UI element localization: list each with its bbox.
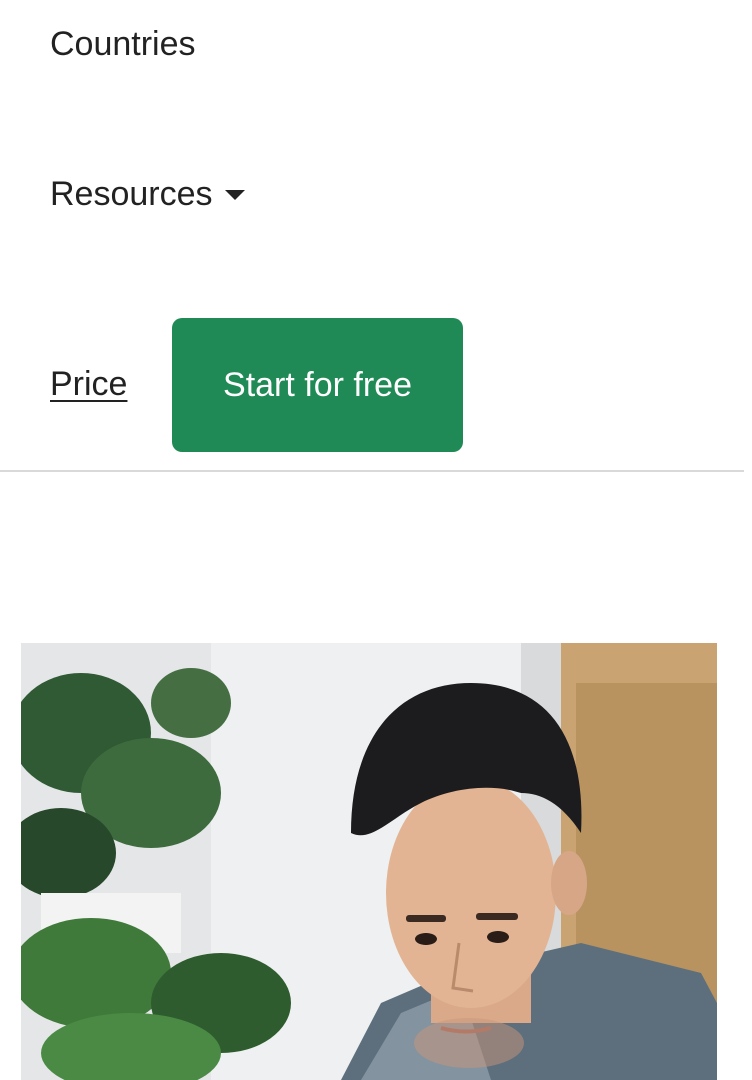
nav-link-resources[interactable]: Resources bbox=[50, 174, 245, 214]
start-for-free-button[interactable]: Start for free bbox=[172, 318, 463, 452]
nav-link-countries[interactable]: Countries bbox=[50, 24, 196, 64]
nav-link-price[interactable]: Price bbox=[50, 364, 127, 404]
nav-resources-label: Resources bbox=[50, 175, 213, 213]
header-divider bbox=[0, 470, 744, 472]
hero-image bbox=[21, 643, 717, 1080]
caret-down-icon bbox=[224, 190, 245, 200]
